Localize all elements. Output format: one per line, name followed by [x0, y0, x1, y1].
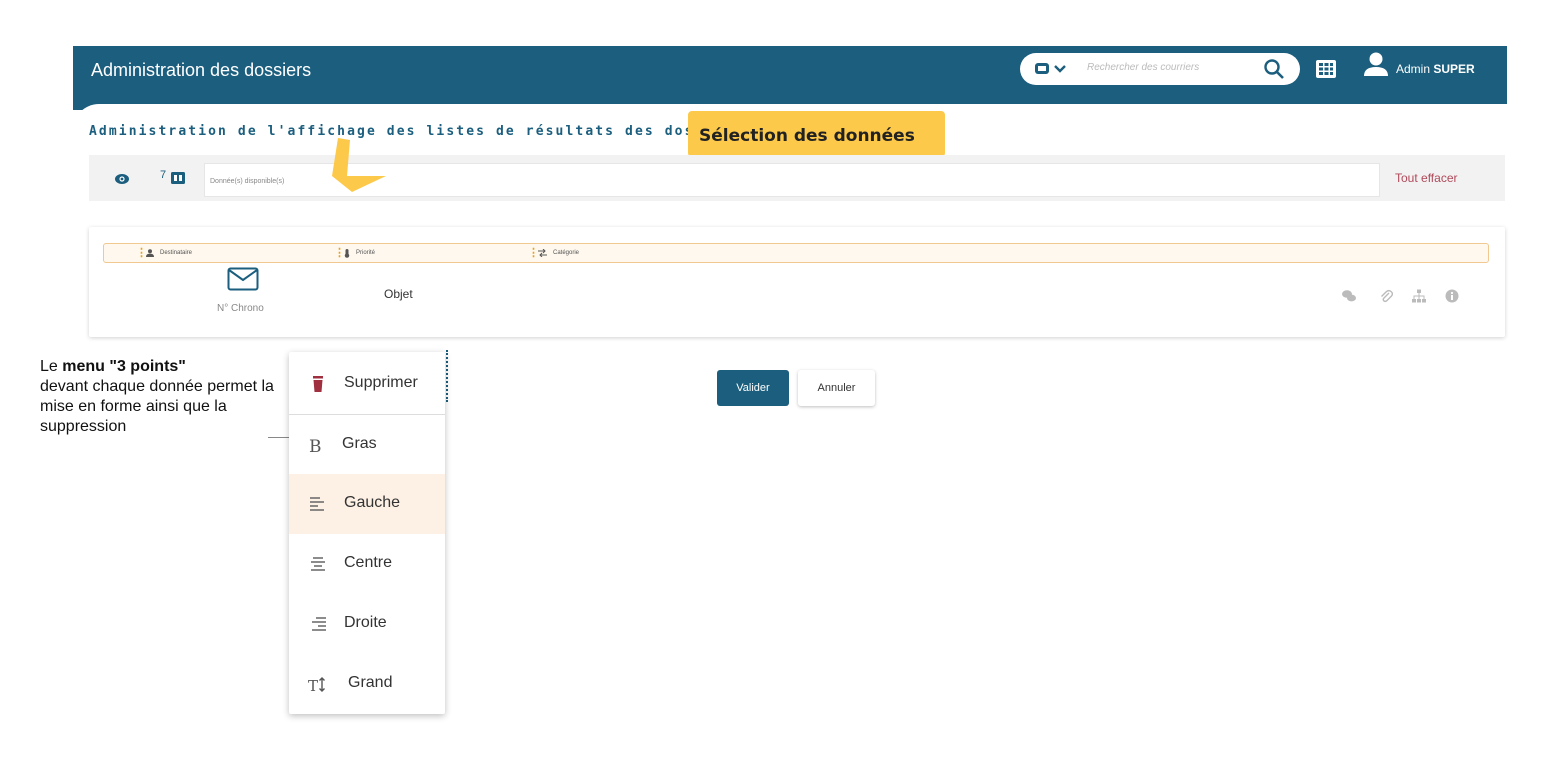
align-left-icon — [310, 497, 324, 511]
field-categorie[interactable]: ⋮ Catégorie — [528, 246, 579, 260]
three-dots-context-menu: Supprimer B Gras Gauche Centre Droite T … — [289, 352, 445, 714]
align-right-icon — [312, 617, 326, 631]
envelope-icon — [227, 267, 259, 291]
field-label: Priorité — [356, 250, 376, 256]
menu-item-grand[interactable]: T Grand — [289, 654, 445, 714]
callout-label: Sélection des données — [699, 126, 915, 146]
annotation-prefix: Le — [40, 358, 63, 375]
menu-item-centre[interactable]: Centre — [289, 534, 445, 594]
trash-icon — [313, 376, 323, 392]
menu-item-gauche[interactable]: Gauche — [289, 474, 445, 534]
app-header: Administration des dossiers Rechercher d… — [73, 46, 1507, 110]
search-icon[interactable] — [1263, 58, 1285, 80]
paperclip-icon[interactable] — [1379, 289, 1393, 303]
field-priorite[interactable]: ⋮ Priorité — [334, 246, 375, 260]
three-dots-menu-icon[interactable]: ⋮ — [528, 246, 539, 260]
comments-icon[interactable] — [1342, 289, 1356, 303]
data-count: 7 — [160, 169, 167, 181]
menu-item-label: Centre — [344, 554, 393, 571]
thermometer-icon — [344, 248, 350, 258]
user-prefix: Admin — [1396, 62, 1431, 76]
user-icon[interactable] — [1363, 51, 1389, 77]
field-label: Destinataire — [160, 250, 193, 256]
callout-selection-donnees: Sélection des données — [688, 111, 945, 157]
sitemap-icon[interactable] — [1412, 289, 1426, 303]
page-title: Administration de l'affichage des listes… — [89, 124, 745, 139]
annotation-rest: devant chaque donnée permet la mise en f… — [40, 378, 274, 435]
app-title: Administration des dossiers — [91, 60, 312, 80]
cancel-button[interactable]: Annuler — [798, 370, 875, 406]
text-size-icon: T — [308, 677, 325, 694]
user-name[interactable]: Admin SUPER — [1396, 62, 1475, 76]
menu-item-label: Droite — [344, 614, 387, 631]
menu-item-gras[interactable]: B Gras — [289, 415, 445, 475]
validate-button[interactable]: Valider — [717, 370, 789, 406]
user-lastname: SUPER — [1433, 62, 1475, 76]
field-destinataire[interactable]: ⋮ Destinataire — [136, 246, 192, 260]
svg-text:T: T — [308, 677, 318, 694]
columns-icon[interactable] — [171, 172, 185, 184]
selected-fields-bar: ⋮ Destinataire ⋮ Priorité ⋮ Catégorie — [103, 243, 1489, 263]
menu-item-label: Supprimer — [344, 374, 418, 391]
three-dots-menu-icon[interactable]: ⋮ — [334, 246, 345, 260]
menu-item-label: Gras — [342, 435, 377, 452]
swap-icon — [538, 249, 547, 257]
search-input[interactable]: Rechercher des courriers — [1087, 62, 1199, 73]
field-label: Catégorie — [553, 250, 580, 256]
info-icon[interactable] — [1445, 289, 1459, 303]
align-center-icon — [311, 557, 325, 571]
clear-all-button[interactable]: Tout effacer — [1395, 171, 1457, 185]
apps-grid-icon[interactable] — [1315, 58, 1337, 80]
menu-item-label: Grand — [348, 674, 393, 691]
svg-text:B: B — [309, 437, 322, 455]
bold-icon: B — [309, 437, 322, 455]
mail-type-dropdown-icon[interactable] — [1034, 61, 1074, 77]
menu-item-droite[interactable]: Droite — [289, 594, 445, 654]
annotation-connector — [268, 437, 290, 438]
chrono-number-label: N° Chrono — [217, 303, 264, 314]
annotation-text: Le menu "3 points" devant chaque donnée … — [40, 357, 280, 437]
object-label: Objet — [384, 287, 413, 301]
annotation-bold: menu "3 points" — [62, 358, 186, 375]
user-icon — [146, 249, 154, 257]
three-dots-menu-icon[interactable]: ⋮ — [136, 246, 147, 260]
menu-item-supprimer[interactable]: Supprimer — [289, 354, 445, 414]
search-box[interactable]: Rechercher des courriers — [1020, 53, 1300, 85]
menu-item-label: Gauche — [344, 494, 401, 511]
callout-arrow — [332, 138, 386, 192]
data-selection-toolbar: 7 Donnée(s) disponible(s) Tout effacer — [89, 155, 1505, 201]
result-preview-card: ⋮ Destinataire ⋮ Priorité ⋮ Catégorie N°… — [89, 227, 1505, 337]
eye-icon[interactable] — [115, 173, 129, 185]
